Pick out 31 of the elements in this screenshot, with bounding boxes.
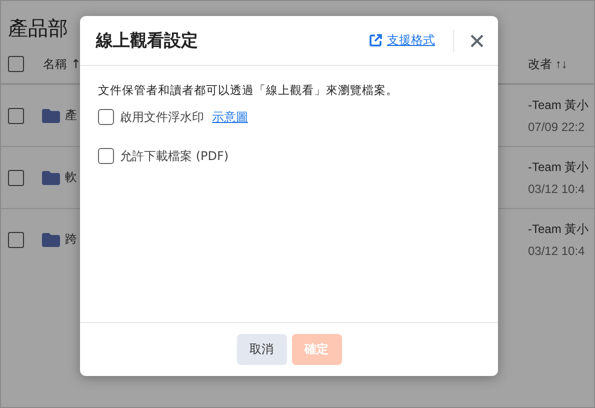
checkbox[interactable] <box>8 108 24 124</box>
modified-time: 07/09 22:2 <box>528 120 586 134</box>
file-name[interactable]: 跨 <box>65 231 77 248</box>
column-header[interactable]: 改者 ↑↓ <box>528 56 568 72</box>
checkbox[interactable] <box>8 170 24 186</box>
cancel-button[interactable]: 取消 <box>236 334 286 365</box>
option-label: 啟用文件浮水印 <box>120 108 204 126</box>
help-link[interactable]: 支援格式 <box>369 32 435 49</box>
modifier-name: -Team 黃小 <box>528 221 590 238</box>
example-link[interactable]: 示意圖 <box>212 108 248 126</box>
checkbox[interactable] <box>8 232 24 248</box>
checkbox[interactable] <box>98 148 114 164</box>
checkbox[interactable] <box>98 109 114 125</box>
checkbox[interactable] <box>8 56 24 72</box>
close-button[interactable] <box>468 32 486 50</box>
page-title: 產品部 <box>8 15 68 42</box>
option-label: 允許下載檔案 (PDF) <box>120 148 229 164</box>
folder-icon <box>42 232 60 246</box>
file-name[interactable]: 產 <box>65 107 77 124</box>
description-text: 文件保管者和讀者都可以透過「線上觀看」來瀏覽檔案。 <box>98 83 399 98</box>
modifier-name: -Team 黃小 <box>528 159 590 176</box>
close-icon <box>470 34 484 48</box>
dialog-title: 線上觀看設定 <box>96 30 199 52</box>
file-name[interactable]: 軟 <box>65 169 77 186</box>
external-link-icon <box>369 34 382 47</box>
modified-time: 03/12 10:4 <box>528 182 586 196</box>
folder-icon <box>42 108 60 122</box>
modified-time: 03/12 10:4 <box>528 244 586 258</box>
column-header[interactable]: 名稱 ↑ <box>43 56 81 72</box>
folder-icon <box>42 170 60 184</box>
modifier-name: -Team 黃小 <box>528 97 590 114</box>
